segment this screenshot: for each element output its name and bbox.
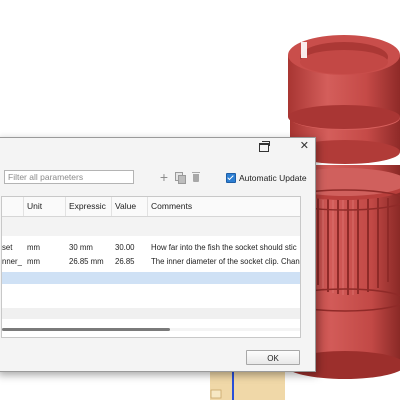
param-expression[interactable]: 26.85 mm [69,255,111,268]
param-unit: mm [27,257,40,266]
copy-parameter-icon[interactable] [174,170,186,184]
param-expression[interactable]: 30 mm [69,241,111,254]
column-header-value[interactable]: Value [112,197,148,216]
automatic-update-label: Automatic Update [239,173,307,183]
add-parameter-icon[interactable]: + [158,170,170,184]
param-unit: mm [27,243,40,252]
column-header-unit[interactable]: Unit [24,197,66,216]
table-header: Unit Expressic Value Comments [2,197,300,217]
parameters-dialog: ✕ + Automatic Update Unit Expressic Valu… [0,137,316,372]
restore-window-icon[interactable] [259,141,270,152]
table-group-row[interactable] [2,217,300,236]
param-comment[interactable]: The inner diameter of the socket clip. C… [151,255,300,268]
column-header-name[interactable] [2,197,24,216]
parameters-table: Unit Expressic Value Comments set mm 30 … [1,196,301,338]
automatic-update-checkbox[interactable] [226,173,236,183]
column-header-expression[interactable]: Expressic [66,197,112,216]
param-value: 26.85 [115,257,135,266]
ok-button[interactable]: OK [246,350,300,365]
table-row[interactable]: nner_ mm 26.85 mm 26.85 The inner diamet… [2,255,300,268]
automatic-update-toggle[interactable]: Automatic Update [226,171,307,185]
dialog-titlebar[interactable]: ✕ [0,138,315,156]
param-value: 30.00 [115,243,135,252]
selected-row[interactable] [2,272,300,284]
column-header-comments[interactable]: Comments [148,197,300,216]
table-row[interactable]: set mm 30 mm 30.00 How far into the fish… [2,241,300,254]
scrollbar-thumb[interactable] [2,328,170,331]
dialog-toolbar: + Automatic Update [0,169,315,187]
filter-parameters-input[interactable] [4,170,134,184]
param-comment[interactable]: How far into the fish the socket should … [151,241,300,254]
close-icon[interactable]: ✕ [300,140,309,152]
delete-parameter-icon[interactable] [190,170,202,184]
table-group-row[interactable] [2,308,300,319]
param-name: nner_ [2,257,22,266]
param-name: set [2,243,13,252]
